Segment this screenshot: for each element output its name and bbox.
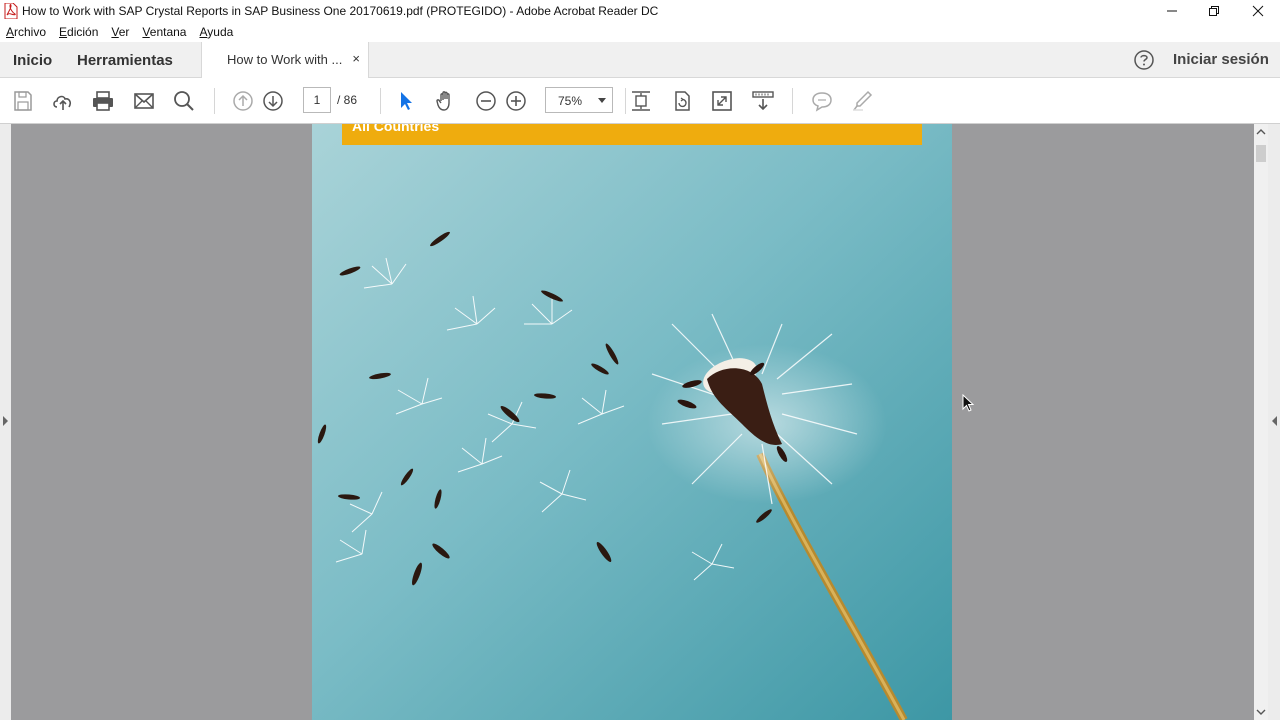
- zoom-in-button[interactable]: [503, 88, 529, 114]
- scroll-up-icon[interactable]: [1254, 126, 1268, 138]
- toolbar-separator: [792, 88, 793, 114]
- help-icon[interactable]: [1133, 49, 1155, 71]
- restore-button[interactable]: [1192, 0, 1236, 22]
- highlight-button[interactable]: [849, 88, 875, 114]
- print-button[interactable]: [90, 88, 116, 114]
- zoom-out-icon: [476, 91, 496, 111]
- scroll-mode-button[interactable]: [750, 88, 776, 114]
- tab-inicio[interactable]: Inicio: [13, 42, 52, 78]
- scroll-mode-icon: [752, 91, 774, 111]
- upload-button[interactable]: [50, 88, 76, 114]
- menu-ver[interactable]: Ver: [111, 25, 129, 39]
- minimize-button[interactable]: [1150, 0, 1194, 22]
- save-icon: [14, 91, 32, 111]
- expand-right-panel-icon: [1272, 416, 1277, 426]
- toolbar: [0, 78, 1280, 124]
- cover-banner: All Countries: [342, 124, 922, 145]
- tab-herramientas[interactable]: Herramientas: [77, 42, 173, 78]
- menu-archivo[interactable]: Archivo: [6, 25, 46, 39]
- comment-button[interactable]: [809, 88, 835, 114]
- menu-ventana[interactable]: Ventana: [142, 25, 186, 39]
- minimize-icon: [1167, 10, 1177, 12]
- select-tool-button[interactable]: [393, 88, 419, 114]
- pdf-page: All Countries: [312, 124, 952, 720]
- menu-ayuda[interactable]: Ayuda: [199, 25, 233, 39]
- email-button[interactable]: [131, 88, 157, 114]
- tab-bar: Inicio Herramientas How to Work with ...…: [0, 42, 1280, 78]
- window-title: How to Work with SAP Crystal Reports in …: [22, 4, 659, 18]
- mouse-cursor-icon: [962, 394, 975, 412]
- search-button[interactable]: [171, 88, 197, 114]
- rotate-view-button[interactable]: [669, 88, 695, 114]
- close-tab-icon[interactable]: ×: [352, 51, 360, 66]
- full-screen-button[interactable]: [709, 88, 735, 114]
- save-button[interactable]: [10, 88, 36, 114]
- printer-icon: [93, 91, 113, 111]
- zoom-in-icon: [506, 91, 526, 111]
- cursor-arrow-icon: [401, 92, 412, 110]
- zoom-value: 75%: [558, 94, 583, 108]
- close-icon: [1252, 5, 1264, 17]
- cloud-upload-icon: [53, 95, 72, 110]
- menu-bar: Archivo Edición Ver Ventana Ayuda: [0, 22, 1280, 42]
- toolbar-separator: [214, 88, 215, 114]
- comment-icon: [812, 92, 832, 112]
- banner-text: All Countries: [352, 124, 440, 134]
- title-bar: How to Work with SAP Crystal Reports in …: [0, 0, 1280, 22]
- zoom-select[interactable]: 75%: [545, 87, 613, 113]
- zoom-out-button[interactable]: [473, 88, 499, 114]
- fit-page-icon: [632, 91, 650, 111]
- cover-image: [312, 124, 952, 720]
- sign-in-link[interactable]: Iniciar sesión: [1173, 51, 1269, 68]
- tab-document[interactable]: How to Work with ... ×: [201, 42, 369, 78]
- document-tab-label: How to Work with ...: [227, 52, 343, 67]
- arrow-up-circle-icon: [233, 91, 253, 111]
- acrobat-pdf-icon: [4, 3, 18, 19]
- vertical-scrollbar[interactable]: [1254, 124, 1268, 720]
- menu-edicion[interactable]: Edición: [59, 25, 98, 39]
- page-total: / 86: [337, 93, 358, 107]
- toolbar-separator: [380, 88, 381, 114]
- previous-page-button[interactable]: [230, 88, 256, 114]
- restore-icon: [1209, 6, 1219, 16]
- expand-left-panel-icon: [3, 416, 8, 426]
- expand-icon: [712, 91, 732, 111]
- left-panel-toggle[interactable]: [0, 124, 11, 720]
- hand-icon: [436, 91, 450, 111]
- arrow-down-circle-icon: [263, 91, 283, 111]
- close-window-button[interactable]: [1236, 0, 1280, 22]
- fit-page-button[interactable]: [628, 88, 654, 114]
- rotate-page-icon: [675, 91, 690, 111]
- chevron-down-icon: [598, 98, 606, 103]
- page-number-input[interactable]: 1: [303, 87, 331, 113]
- next-page-button[interactable]: [260, 88, 286, 114]
- toolbar-separator: [625, 88, 626, 114]
- scrollbar-thumb[interactable]: [1256, 145, 1266, 162]
- highlighter-icon: [853, 90, 873, 111]
- scroll-down-icon[interactable]: [1254, 706, 1268, 718]
- envelope-icon: [134, 93, 154, 109]
- hand-tool-button[interactable]: [433, 88, 459, 114]
- right-panel-toggle[interactable]: [1268, 124, 1280, 720]
- search-icon: [174, 91, 194, 111]
